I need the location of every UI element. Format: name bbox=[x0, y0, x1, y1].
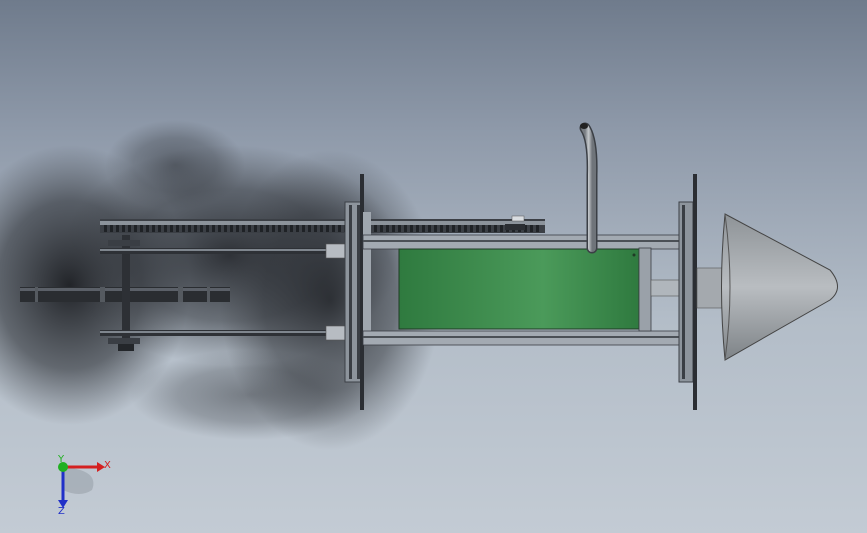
chain-link bbox=[302, 225, 305, 232]
chain-link bbox=[500, 225, 503, 232]
chain-link bbox=[254, 225, 257, 232]
chain-link bbox=[392, 225, 395, 232]
chain-link bbox=[434, 225, 437, 232]
chain-link bbox=[476, 225, 479, 232]
chain-link bbox=[386, 225, 389, 232]
chain-link bbox=[482, 225, 485, 232]
frame-plate-right[interactable] bbox=[678, 174, 697, 410]
chain-link bbox=[308, 225, 311, 232]
graphics-viewport[interactable]: X Y Z bbox=[0, 0, 867, 533]
chain-link bbox=[122, 225, 125, 232]
chain-link bbox=[116, 225, 119, 232]
chain-link bbox=[338, 225, 341, 232]
chain-link bbox=[110, 225, 113, 232]
triad-z-label: Z bbox=[58, 506, 65, 517]
chain-link bbox=[398, 225, 401, 232]
chain-link bbox=[272, 225, 275, 232]
chain-link bbox=[320, 225, 323, 232]
chain-link bbox=[314, 225, 317, 232]
chain-link bbox=[428, 225, 431, 232]
ground-shadow bbox=[0, 120, 440, 450]
rail-upper[interactable] bbox=[362, 234, 682, 250]
chain-link bbox=[182, 225, 185, 232]
chain-link bbox=[404, 225, 407, 232]
chain-link bbox=[470, 225, 473, 232]
chain-link bbox=[326, 225, 329, 232]
chain-link bbox=[218, 225, 221, 232]
chain-link bbox=[206, 225, 209, 232]
chain-link bbox=[446, 225, 449, 232]
chain-link bbox=[212, 225, 215, 232]
chain-link bbox=[152, 225, 155, 232]
tank[interactable] bbox=[398, 248, 640, 330]
chain-link bbox=[440, 225, 443, 232]
chain-link bbox=[230, 225, 233, 232]
chain-link bbox=[146, 225, 149, 232]
chain-link bbox=[422, 225, 425, 232]
chain-link bbox=[416, 225, 419, 232]
chain-link bbox=[452, 225, 455, 232]
chain-link bbox=[170, 225, 173, 232]
model-view[interactable]: X Y Z bbox=[0, 0, 867, 533]
chain-link bbox=[188, 225, 191, 232]
chain-link bbox=[488, 225, 491, 232]
chain-link bbox=[458, 225, 461, 232]
triad-y-label: Y bbox=[57, 454, 65, 465]
view-triad[interactable]: X Y Z bbox=[57, 454, 111, 517]
chain-link bbox=[134, 225, 137, 232]
chain-link bbox=[176, 225, 179, 232]
chain-link bbox=[380, 225, 383, 232]
chain-link bbox=[332, 225, 335, 232]
chain-link bbox=[296, 225, 299, 232]
chain-link bbox=[530, 225, 533, 232]
chain-link bbox=[224, 225, 227, 232]
exhaust-pipe[interactable] bbox=[579, 122, 598, 254]
chain-link bbox=[464, 225, 467, 232]
chain-link bbox=[164, 225, 167, 232]
chain-link bbox=[260, 225, 263, 232]
chain-link bbox=[284, 225, 287, 232]
chain-drive[interactable] bbox=[100, 219, 545, 233]
chain-link bbox=[194, 225, 197, 232]
chain-link bbox=[158, 225, 161, 232]
chain-link bbox=[242, 225, 245, 232]
nose-cone[interactable] bbox=[696, 213, 838, 361]
chain-link bbox=[374, 225, 377, 232]
chain-link bbox=[536, 225, 539, 232]
chain-link bbox=[494, 225, 497, 232]
bracket-right-inner bbox=[638, 247, 682, 332]
chain-link bbox=[278, 225, 281, 232]
chain-link bbox=[248, 225, 251, 232]
chain-link bbox=[104, 225, 107, 232]
chain-link bbox=[290, 225, 293, 232]
chain-link bbox=[128, 225, 131, 232]
rail-lower[interactable] bbox=[362, 330, 682, 346]
chain-link bbox=[236, 225, 239, 232]
chain-link bbox=[140, 225, 143, 232]
chain-link bbox=[410, 225, 413, 232]
triad-x-label: X bbox=[104, 460, 111, 471]
chain-link bbox=[200, 225, 203, 232]
chain-link bbox=[266, 225, 269, 232]
